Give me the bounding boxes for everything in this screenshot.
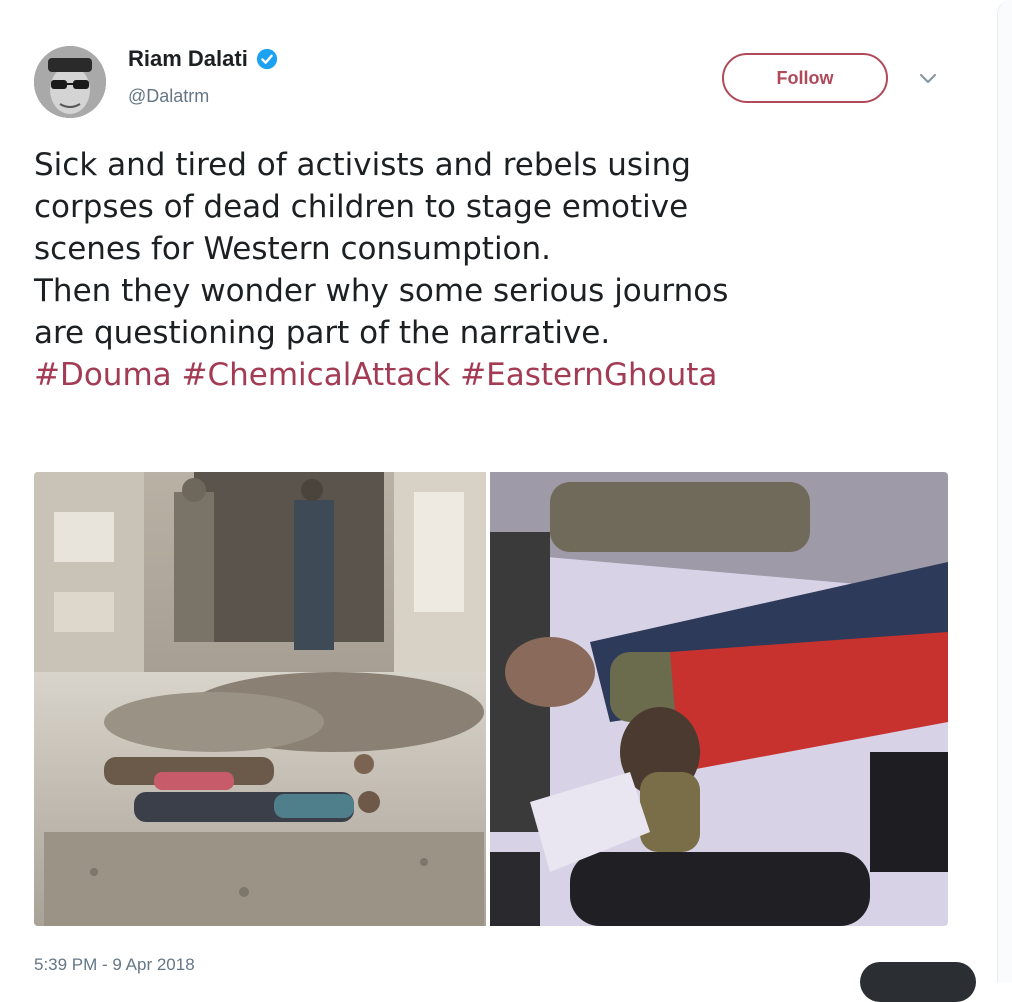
author-display-name[interactable]: Riam Dalati <box>128 46 248 72</box>
avatar[interactable] <box>34 46 106 118</box>
tweet-line: Then they wonder why some serious journo… <box>34 273 729 309</box>
tweet-line: corpses of dead children to stage emotiv… <box>34 189 689 225</box>
verified-badge-icon <box>256 48 278 70</box>
hashtag-link[interactable]: #ChemicalAttack <box>182 357 451 393</box>
author-name-row[interactable]: Riam Dalati <box>128 46 278 72</box>
hashtag-row: #Douma #ChemicalAttack #EasternGhouta <box>34 354 934 396</box>
tweet-line: are questioning part of the narrative. <box>34 315 611 351</box>
author-handle[interactable]: @Dalatrm <box>128 86 209 107</box>
chevron-down-icon[interactable] <box>916 66 940 90</box>
hashtag-link[interactable]: #EasternGhouta <box>460 357 717 393</box>
tweet-line: scenes for Western consumption. <box>34 231 552 267</box>
window-edge <box>997 0 1012 982</box>
tweet-timestamp[interactable]: 5:39 PM - 9 Apr 2018 <box>34 955 195 975</box>
tweet-text: Sick and tired of activists and rebels u… <box>34 144 934 396</box>
hashtag-link[interactable]: #Douma <box>34 357 172 393</box>
media-photo-floor[interactable] <box>490 472 948 926</box>
overlay-pill[interactable] <box>860 962 976 1002</box>
media-grid <box>34 472 948 926</box>
follow-button[interactable]: Follow <box>722 53 888 103</box>
media-photo-street[interactable] <box>34 472 486 926</box>
tweet-line: Sick and tired of activists and rebels u… <box>34 147 691 183</box>
avatar-portrait <box>34 46 106 118</box>
